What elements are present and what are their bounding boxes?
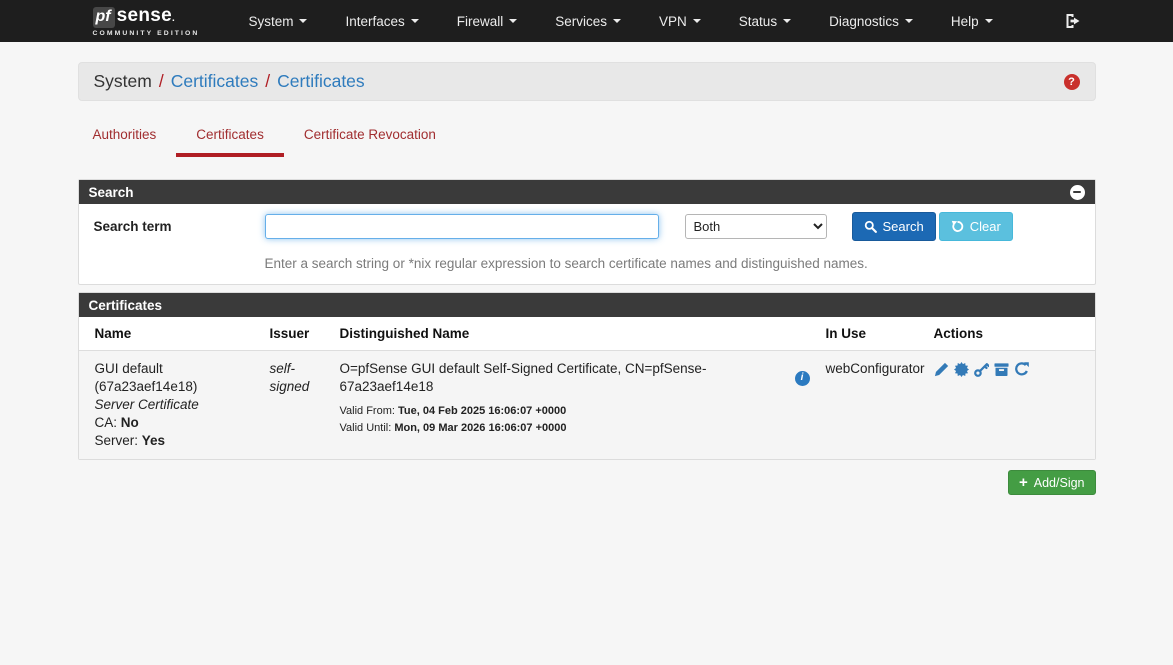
renew-certificate-icon[interactable] <box>1014 362 1029 377</box>
chevron-down-icon <box>985 19 993 23</box>
chevron-down-icon <box>693 19 701 23</box>
certificate-row: GUI default (67a23aef14e18) Server Certi… <box>79 351 1095 460</box>
chevron-down-icon <box>783 19 791 23</box>
column-header-name: Name <box>79 317 262 351</box>
menu-system-label: System <box>248 14 293 29</box>
add-sign-button-label: Add/Sign <box>1034 476 1085 490</box>
breadcrumb-section: System <box>94 71 152 92</box>
search-panel-title: Search <box>89 185 134 200</box>
search-term-input[interactable] <box>265 214 659 239</box>
cert-issuer-cell: self-signed <box>262 351 332 460</box>
menu-vpn[interactable]: VPN <box>640 14 720 29</box>
valid-from-label: Valid From: <box>340 405 395 417</box>
chevron-down-icon <box>613 19 621 23</box>
menu-system[interactable]: System <box>229 14 326 29</box>
menu-firewall[interactable]: Firewall <box>438 14 537 29</box>
cert-dn-cell: O=pfSense GUI default Self-Signed Certif… <box>332 351 818 460</box>
search-panel-heading: Search <box>79 180 1095 204</box>
breadcrumb-separator: / <box>159 71 164 92</box>
menu-help-label: Help <box>951 14 979 29</box>
tab-bar: Authorities Certificates Certificate Rev… <box>78 127 1096 157</box>
breadcrumb-separator: / <box>265 71 270 92</box>
pfsense-logo-subtitle: COMMUNITY EDITION <box>93 30 200 37</box>
cert-type: Server Certificate <box>95 396 254 414</box>
pfsense-logo-sense: sense <box>117 5 172 27</box>
menu-interfaces-label: Interfaces <box>345 14 404 29</box>
search-term-label: Search term <box>94 219 265 234</box>
cert-in-use-cell: webConfigurator <box>818 351 926 460</box>
plus-icon: + <box>1019 475 1028 490</box>
chevron-down-icon <box>905 19 913 23</box>
search-button[interactable]: Search <box>852 212 936 241</box>
certificates-panel-title: Certificates <box>89 298 163 313</box>
chevron-down-icon <box>299 19 307 23</box>
chevron-down-icon <box>411 19 419 23</box>
menu-services-label: Services <box>555 14 607 29</box>
cert-valid-until: Valid Until: Mon, 09 Mar 2026 16:06:07 +… <box>340 420 810 437</box>
menu-services[interactable]: Services <box>536 14 640 29</box>
certificates-panel-heading: Certificates <box>79 293 1095 317</box>
breadcrumb: System / Certificates / Certificates ? <box>78 62 1096 101</box>
menu-diagnostics-label: Diagnostics <box>829 14 899 29</box>
cert-server-flag: Server: Yes <box>95 432 254 450</box>
server-label: Server: <box>95 433 139 448</box>
edit-certificate-icon[interactable] <box>934 362 949 377</box>
clear-button-label: Clear <box>970 219 1001 234</box>
main-menu: System Interfaces Firewall Services VPN … <box>229 14 1011 29</box>
cert-name: GUI default (67a23aef14e18) <box>95 360 254 396</box>
menu-status[interactable]: Status <box>720 14 810 29</box>
search-panel: Search Search term Both Search Clear Ent… <box>78 179 1096 285</box>
certificates-table: Name Issuer Distinguished Name In Use Ac… <box>79 317 1095 459</box>
cert-name-cell: GUI default (67a23aef14e18) Server Certi… <box>79 351 262 460</box>
menu-interfaces[interactable]: Interfaces <box>326 14 437 29</box>
search-icon <box>864 220 877 233</box>
menu-status-label: Status <box>739 14 777 29</box>
cert-ca-flag: CA: No <box>95 414 254 432</box>
add-sign-button[interactable]: + Add/Sign <box>1008 470 1096 495</box>
ca-value: No <box>121 415 139 430</box>
top-navbar: pfsense. COMMUNITY EDITION System Interf… <box>0 0 1173 42</box>
clear-button[interactable]: Clear <box>939 212 1013 241</box>
column-header-issuer: Issuer <box>262 317 332 351</box>
menu-firewall-label: Firewall <box>457 14 504 29</box>
valid-until-value: Mon, 09 Mar 2026 16:06:07 +0000 <box>394 422 566 434</box>
info-icon[interactable]: i <box>795 371 810 386</box>
pfsense-logo-dot: . <box>172 13 175 24</box>
sign-out-icon[interactable] <box>1064 13 1081 29</box>
cert-valid-from: Valid From: Tue, 04 Feb 2025 16:06:07 +0… <box>340 403 810 420</box>
help-icon[interactable]: ? <box>1064 74 1080 90</box>
column-header-actions: Actions <box>926 317 1095 351</box>
valid-from-value: Tue, 04 Feb 2025 16:06:07 +0000 <box>398 405 566 417</box>
menu-help[interactable]: Help <box>932 14 1012 29</box>
export-key-icon[interactable] <box>974 362 989 377</box>
valid-until-label: Valid Until: <box>340 422 392 434</box>
pfsense-logo[interactable]: pfsense. COMMUNITY EDITION <box>93 5 200 37</box>
search-help-text: Enter a search string or *nix regular ex… <box>265 256 1080 271</box>
server-value: Yes <box>142 433 165 448</box>
tab-certificate-revocation[interactable]: Certificate Revocation <box>284 127 456 157</box>
tab-certificates[interactable]: Certificates <box>176 127 284 157</box>
menu-vpn-label: VPN <box>659 14 687 29</box>
export-certificate-icon[interactable] <box>954 362 969 377</box>
menu-diagnostics[interactable]: Diagnostics <box>810 14 932 29</box>
undo-icon <box>951 220 964 233</box>
search-button-label: Search <box>883 219 924 234</box>
chevron-down-icon <box>509 19 517 23</box>
export-p12-icon[interactable] <box>994 362 1009 377</box>
cert-actions-cell <box>926 351 1095 460</box>
search-scope-select[interactable]: Both <box>685 214 827 239</box>
pfsense-logo-pf: pf <box>93 7 115 28</box>
collapse-panel-icon[interactable] <box>1070 185 1085 200</box>
certificates-panel: Certificates Name Issuer Distinguished N… <box>78 292 1096 460</box>
cert-dn-text: O=pfSense GUI default Self-Signed Certif… <box>340 360 781 396</box>
tab-authorities[interactable]: Authorities <box>78 127 177 157</box>
breadcrumb-link-certificates-page[interactable]: Certificates <box>277 71 365 92</box>
column-header-in-use: In Use <box>818 317 926 351</box>
ca-label: CA: <box>95 415 118 430</box>
breadcrumb-link-certificates[interactable]: Certificates <box>171 71 259 92</box>
column-header-dn: Distinguished Name <box>332 317 818 351</box>
